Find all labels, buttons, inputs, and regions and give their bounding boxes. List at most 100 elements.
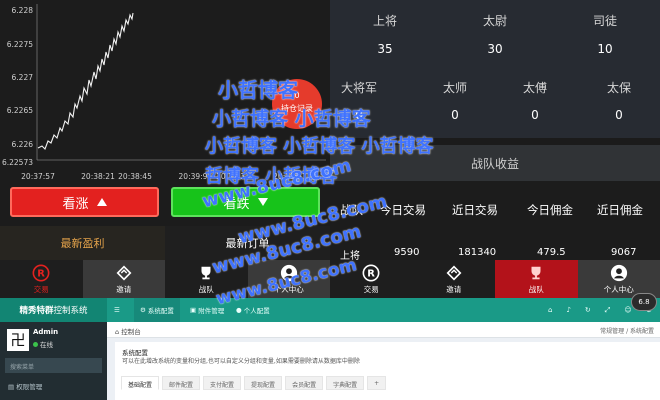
topmenu-label: 系统配置 — [147, 307, 174, 315]
admin-brand[interactable]: 精秀特群 控制系统 — [0, 298, 107, 322]
floating-speed-badge[interactable]: 6.8 — [631, 293, 657, 311]
topmenu-label: 个人配置 — [243, 307, 270, 315]
admin-content: ⌂ 控制台 常规管理 / 系统配置 系统配置 可以在此增改系统的变量和分组,也可… — [107, 322, 660, 400]
tab-payment-config[interactable]: 支付配置 — [203, 376, 242, 390]
nav-item-invite[interactable]: 邀请 — [82, 260, 165, 298]
income-header: 近日交易 — [452, 203, 498, 217]
arrow-down-icon — [257, 198, 268, 206]
income-cell: 9590 — [394, 247, 420, 258]
config-tabs: 基础配置 邮件配置 支付配置 提现配置 会员配置 字典配置 + — [121, 376, 387, 390]
topmenu-attachments[interactable]: ▣ 附件管理 — [190, 298, 224, 322]
x-tick: 20:39:33 — [216, 172, 250, 181]
nav-item-team-2[interactable]: 战队 — [495, 260, 578, 298]
nav-item-profile[interactable]: 个人中心 — [247, 260, 330, 298]
tab-basic-config[interactable]: 基础配置 — [121, 376, 160, 390]
tab-latest-profit[interactable]: 最新盈利 — [0, 226, 165, 260]
breadcrumb-bar: ⌂ 控制台 常规管理 / 系统配置 — [107, 322, 660, 338]
breadcrumb-home[interactable]: ⌂ 控制台 — [115, 326, 141, 336]
tab-member-config[interactable]: 会员配置 — [285, 376, 324, 390]
home-icon[interactable]: ⌂ — [548, 306, 552, 314]
nav-label: 战队 — [198, 285, 214, 294]
price-line — [37, 12, 134, 150]
nav-item-trade[interactable]: R 交易 — [0, 260, 83, 298]
rank-value: 10 — [597, 42, 613, 56]
x-tick: 20:37:57 — [21, 172, 55, 181]
online-dot — [33, 342, 38, 347]
nav-label: 邀请 — [446, 285, 462, 294]
rank-title: 太尉 — [482, 14, 507, 28]
invite-icon — [446, 265, 462, 281]
svg-text:R: R — [37, 269, 45, 280]
rank-value: 30 — [487, 42, 503, 56]
user-icon — [610, 264, 627, 282]
team-rank-panel: 上将 太尉 司徒 35 30 10 大将军 太师 太傅 太保 0 0 0 0 — [330, 0, 660, 138]
arrow-up-icon — [96, 198, 107, 206]
income-header: 战队 — [340, 203, 363, 217]
record-tabs: 最新盈利 最新订单 — [0, 226, 330, 260]
sidebar-item-label: 权限管理 — [16, 383, 43, 391]
trophy-icon — [531, 266, 541, 280]
online-label: 在线 — [40, 341, 53, 349]
admin-topbar: 精秀特群 控制系统 ☰ ⚙ 系统配置 ▣ 附件管理 ● 个人配置 ⌂ ♪ ↻ ⤢ … — [0, 298, 660, 322]
y-tick: 6.226 — [12, 140, 34, 149]
user-menu-icon[interactable]: ☺ — [624, 306, 631, 314]
buy-up-button[interactable]: 看涨 — [10, 187, 159, 217]
topmenu-label: 附件管理 — [198, 307, 225, 315]
rank-value: 0 — [615, 108, 623, 122]
trade-r-icon: R — [32, 264, 50, 282]
brand-bold: 精秀特群 — [19, 306, 54, 316]
income-header: 今日佣金 — [527, 203, 573, 217]
nav-item-trade-2[interactable]: R 交易 — [330, 260, 413, 298]
menu-toggle-icon[interactable]: ☰ — [114, 298, 128, 322]
trade-buttons: 看涨 看跌 — [0, 184, 330, 226]
income-cell: 479.5 — [537, 247, 566, 258]
rank-value: 35 — [377, 42, 393, 56]
sidebar-search-input[interactable]: 搜索菜单 — [5, 358, 102, 373]
team-income-title: 战队收益 — [330, 145, 660, 181]
expand-icon[interactable]: ⤢ — [605, 306, 611, 315]
admin-username: Admin — [33, 328, 59, 336]
rank-title: 上将 — [372, 14, 397, 28]
admin-online-status: 在线 — [33, 339, 53, 349]
x-tick: 20:39:9 — [179, 172, 208, 181]
y-tick: 6.228 — [12, 6, 34, 15]
income-header: 近日佣金 — [597, 203, 643, 217]
screenshot-root: 6.228 6.2275 6.227 6.2265 6.226 6.22573 … — [0, 0, 660, 400]
x-tick: 20:38:45 — [118, 172, 152, 181]
buy-up-label: 看涨 — [62, 196, 89, 212]
nav-item-team[interactable]: 战队 — [165, 260, 248, 298]
nav-label: 个人中心 — [273, 285, 304, 294]
trade-r-icon: R — [362, 264, 380, 282]
tab-dictionary-config[interactable]: 字典配置 — [326, 376, 365, 390]
tab-latest-orders[interactable]: 最新订单 — [165, 226, 330, 260]
config-description: 可以在此增改系统的变量和分组,也可以自定义分组和变量,如果需要删除请从数据库中删… — [122, 358, 360, 365]
nav-label: 战队 — [528, 285, 544, 294]
admin-avatar: 卍 — [7, 329, 29, 351]
refresh-icon[interactable]: ↻ — [585, 306, 591, 314]
sidebar-item-permissions[interactable]: ▤ 权限管理 — [0, 378, 107, 392]
invite-icon — [116, 265, 132, 281]
rank-title: 司徒 — [592, 14, 617, 28]
rank-title: 大将军 — [340, 81, 377, 95]
income-cell: 9067 — [611, 247, 637, 258]
income-header: 今日交易 — [380, 203, 426, 217]
bell-icon[interactable]: ♪ — [566, 306, 570, 314]
tab-withdraw-config[interactable]: 提现配置 — [244, 376, 283, 390]
rank-value: 0 — [355, 108, 363, 122]
buy-down-button[interactable]: 看跌 — [171, 187, 320, 217]
buy-down-label: 看跌 — [223, 196, 250, 212]
bottom-tab-bar: R 交易 邀请 战队 个人中心 R 交易 邀请 战队 个人中心 — [0, 260, 660, 298]
tab-email-config[interactable]: 邮件配置 — [162, 376, 201, 390]
rank-title: 太保 — [606, 81, 631, 95]
add-tab-button[interactable]: + — [367, 376, 387, 390]
topmenu-profile[interactable]: ● 个人配置 — [236, 298, 270, 322]
breadcrumb-home-label: 控制台 — [121, 328, 141, 336]
svg-text:R: R — [367, 269, 375, 280]
topmenu-system-config[interactable]: ⚙ 系统配置 — [134, 298, 180, 322]
breadcrumb: 常规管理 / 系统配置 — [600, 328, 654, 335]
x-tick: 20:39:57 — [273, 172, 307, 181]
user-icon — [280, 264, 297, 282]
nav-item-invite-2[interactable]: 邀请 — [413, 260, 496, 298]
y-tick: 6.227 — [12, 73, 34, 82]
admin-panel: 精秀特群 控制系统 ☰ ⚙ 系统配置 ▣ 附件管理 ● 个人配置 ⌂ ♪ ↻ ⤢ … — [0, 298, 660, 400]
